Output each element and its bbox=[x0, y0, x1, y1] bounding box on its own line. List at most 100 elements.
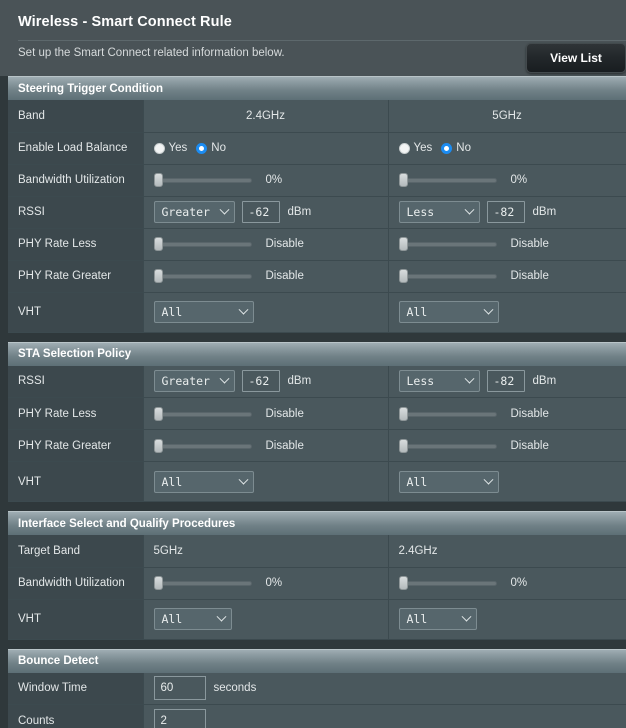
smart-connect-rule-page: Wireless - Smart Connect Rule Set up the… bbox=[0, 0, 626, 728]
sta-rssi-cell-24: Greater -62 dBm bbox=[143, 365, 389, 398]
load-balance-cell-5: Yes No bbox=[388, 132, 626, 165]
iface-bandwidth-cell-1: 0% bbox=[143, 567, 389, 600]
rssi-value-input-5[interactable]: -82 bbox=[486, 201, 525, 223]
phy-greater-value-24: Disable bbox=[265, 270, 304, 282]
iface-vht-select-2[interactable]: All bbox=[398, 608, 477, 630]
select-value: All bbox=[406, 305, 428, 319]
radio-label: Yes bbox=[168, 142, 188, 154]
phy-greater-slider-24[interactable] bbox=[153, 269, 252, 283]
slider-knob[interactable] bbox=[398, 438, 408, 453]
slider-track bbox=[156, 581, 252, 586]
slider-track bbox=[156, 274, 252, 279]
chevron-down-icon bbox=[464, 373, 474, 384]
vht-select-24[interactable]: All bbox=[153, 301, 254, 323]
chevron-down-icon bbox=[219, 373, 229, 384]
phy-greater-cell-24: Disable bbox=[143, 260, 389, 293]
sta-rssi-unit-24: dBm bbox=[287, 375, 312, 388]
sta-phy-greater-cell-24: Disable bbox=[143, 429, 389, 462]
slider-knob[interactable] bbox=[398, 406, 408, 421]
load-balance-cell-24: Yes No bbox=[143, 132, 389, 165]
radio-load-balance-5-no[interactable]: No bbox=[441, 142, 471, 154]
iface-vht-select-1[interactable]: All bbox=[153, 608, 232, 630]
title-divider bbox=[18, 40, 626, 41]
table-row: PHY Rate Greater Disable Disable bbox=[8, 260, 626, 293]
slider-knob[interactable] bbox=[398, 173, 408, 187]
table-row: Band 2.4GHz 5GHz bbox=[8, 100, 626, 133]
slider-track bbox=[156, 178, 252, 183]
radio-group-load-balance-5: Yes No bbox=[398, 142, 626, 154]
row-label-sta-phy-rate-greater: PHY Rate Greater bbox=[8, 429, 144, 462]
bandwidth-cell-5: 0% bbox=[388, 164, 626, 197]
sta-phy-less-slider-5[interactable] bbox=[398, 406, 497, 421]
iface-bandwidth-slider-1[interactable] bbox=[153, 576, 252, 590]
select-value: All bbox=[161, 612, 183, 626]
slider-knob[interactable] bbox=[153, 438, 163, 453]
bandwidth-slider-24[interactable] bbox=[153, 173, 252, 187]
slider-knob[interactable] bbox=[153, 406, 163, 421]
sta-rssi-value-input-5[interactable]: -82 bbox=[486, 370, 525, 393]
row-label-counts: Counts bbox=[8, 704, 144, 728]
rssi-compare-select-24[interactable]: Greater bbox=[153, 201, 235, 223]
window-time-cell: 60 seconds bbox=[143, 672, 626, 705]
phy-greater-value-5: Disable bbox=[510, 270, 549, 282]
table-row: RSSI Greater -62 dBm Less -82 dBm bbox=[8, 196, 626, 229]
radio-load-balance-24-no[interactable]: No bbox=[196, 142, 226, 154]
row-label-rssi: RSSI bbox=[8, 196, 144, 229]
sta-rssi-cell-5: Less -82 dBm bbox=[388, 365, 626, 398]
slider-track bbox=[401, 443, 497, 449]
table-row: Target Band 5GHz 2.4GHz bbox=[8, 535, 626, 568]
radio-on-icon bbox=[441, 142, 453, 154]
slider-track bbox=[401, 178, 497, 183]
sta-phy-less-value-5: Disable bbox=[510, 407, 549, 420]
rssi-compare-select-5[interactable]: Less bbox=[398, 201, 480, 223]
target-band-value-2: 2.4GHz bbox=[388, 535, 626, 568]
phy-less-value-5: Disable bbox=[510, 238, 549, 250]
phy-less-slider-5[interactable] bbox=[398, 237, 497, 251]
slider-knob[interactable] bbox=[398, 269, 408, 283]
sta-phy-greater-cell-5: Disable bbox=[388, 429, 626, 462]
page-title: Wireless - Smart Connect Rule bbox=[18, 14, 232, 30]
view-list-button[interactable]: View List bbox=[526, 43, 626, 73]
slider-knob[interactable] bbox=[398, 237, 408, 251]
sta-rssi-value-input-24[interactable]: -62 bbox=[241, 370, 280, 393]
sta-phy-greater-slider-24[interactable] bbox=[153, 438, 252, 453]
sta-vht-select-5[interactable]: All bbox=[398, 470, 499, 493]
section-header-steering: Steering Trigger Condition bbox=[8, 76, 626, 100]
steering-trigger-panel: Steering Trigger Condition Band 2.4GHz 5… bbox=[8, 76, 626, 333]
radio-load-balance-5-yes[interactable]: Yes bbox=[398, 142, 432, 154]
rssi-value-input-24[interactable]: -62 bbox=[241, 201, 280, 223]
sta-rssi-compare-select-5[interactable]: Less bbox=[398, 370, 480, 393]
radio-load-balance-24-yes[interactable]: Yes bbox=[153, 142, 188, 154]
slider-knob[interactable] bbox=[153, 576, 163, 590]
sta-phy-greater-slider-5[interactable] bbox=[398, 438, 497, 453]
vht-select-5[interactable]: All bbox=[398, 301, 499, 323]
row-label-phy-rate-less: PHY Rate Less bbox=[8, 228, 144, 261]
slider-knob[interactable] bbox=[153, 173, 163, 187]
section-header-bounce: Bounce Detect bbox=[8, 648, 626, 673]
table-row: Bandwidth Utilization 0% 0% bbox=[8, 567, 626, 600]
phy-less-slider-24[interactable] bbox=[153, 237, 252, 251]
phy-greater-slider-5[interactable] bbox=[398, 269, 497, 283]
row-label-load-balance: Enable Load Balance bbox=[8, 132, 144, 165]
row-label-vht: VHT bbox=[8, 292, 144, 333]
slider-track bbox=[156, 411, 252, 417]
sta-phy-less-cell-5: Disable bbox=[388, 397, 626, 430]
iface-bandwidth-slider-2[interactable] bbox=[398, 576, 497, 590]
interface-table: Target Band 5GHz 2.4GHz Bandwidth Utiliz… bbox=[8, 535, 626, 640]
radio-off-icon bbox=[153, 142, 165, 154]
sta-rssi-compare-select-24[interactable]: Greater bbox=[153, 370, 235, 393]
sta-vht-cell-24: All bbox=[143, 461, 389, 502]
slider-knob[interactable] bbox=[153, 237, 163, 251]
window-time-input[interactable]: 60 bbox=[153, 676, 206, 701]
bandwidth-slider-5[interactable] bbox=[398, 173, 497, 187]
slider-knob[interactable] bbox=[398, 576, 408, 590]
section-spacer bbox=[0, 502, 626, 511]
counts-input[interactable]: 2 bbox=[153, 708, 206, 728]
chevron-down-icon bbox=[238, 474, 248, 485]
table-row: PHY Rate Greater Disable Disable bbox=[8, 429, 626, 462]
sta-phy-less-slider-24[interactable] bbox=[153, 406, 252, 421]
sta-vht-select-24[interactable]: All bbox=[153, 470, 254, 493]
window-time-unit: seconds bbox=[213, 682, 257, 695]
section-spacer bbox=[0, 639, 626, 649]
slider-knob[interactable] bbox=[153, 269, 163, 283]
